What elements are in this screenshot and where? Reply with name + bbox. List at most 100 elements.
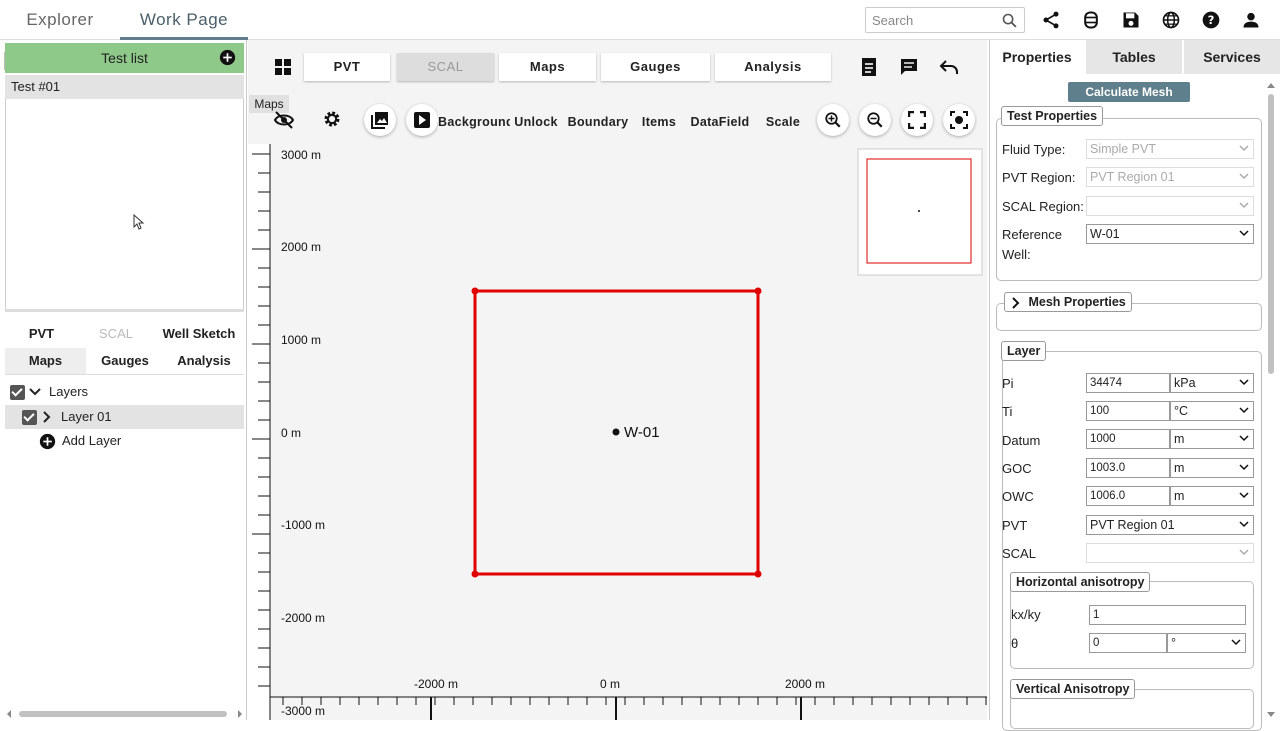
chevron-right-icon[interactable]	[42, 411, 52, 423]
scale-button[interactable]: Scale	[755, 108, 811, 136]
theta-unit-select[interactable]: °	[1167, 633, 1246, 653]
zoom-in-button[interactable]	[817, 104, 849, 136]
boundary-vertex[interactable]	[471, 570, 479, 578]
search-input[interactable]	[866, 8, 996, 32]
left-tab-gauges[interactable]: Gauges	[86, 348, 164, 374]
goc-unit-select[interactable]: m	[1170, 458, 1254, 478]
zoom-out-icon	[867, 112, 883, 128]
tab-analysis[interactable]: Analysis	[715, 53, 831, 81]
ti-input[interactable]: 100	[1086, 401, 1170, 421]
ti-unit-select[interactable]: °C	[1170, 401, 1254, 421]
pi-input[interactable]: 34474	[1086, 373, 1170, 393]
globe-icon[interactable]	[1161, 10, 1181, 30]
visibility-off-icon[interactable]	[273, 110, 295, 130]
grid-menu-icon[interactable]	[273, 57, 293, 77]
left-tab-well-sketch[interactable]: Well Sketch	[154, 321, 244, 347]
datafield-button[interactable]: DataField	[689, 108, 751, 136]
theta-input[interactable]: 0	[1089, 633, 1167, 653]
theta-unit-value: °	[1171, 636, 1176, 650]
right-vertical-scrollbar[interactable]	[1266, 82, 1276, 718]
scal-region-select[interactable]	[1086, 196, 1254, 216]
tab-gauges[interactable]: Gauges	[601, 53, 710, 81]
left-horizontal-scrollbar[interactable]	[5, 707, 244, 718]
layer-pvt-select[interactable]: PVT Region 01	[1086, 515, 1254, 535]
left-tab-maps[interactable]: Maps	[5, 348, 86, 374]
unlock-button[interactable]: Unlock	[510, 108, 562, 136]
kxky-input[interactable]: 1	[1089, 605, 1246, 625]
tab-pvt[interactable]: PVT	[304, 53, 390, 81]
chevron-down-icon	[1239, 202, 1249, 209]
items-button[interactable]: Items	[633, 108, 685, 136]
boundary-vertex[interactable]	[471, 287, 479, 295]
chevron-down-icon	[1239, 230, 1249, 237]
panel-divider[interactable]	[5, 309, 244, 312]
boundary-button[interactable]: Boundary	[567, 108, 629, 136]
datum-input[interactable]: 1000	[1086, 429, 1170, 449]
chevron-down-icon[interactable]	[29, 387, 41, 397]
tab-scal[interactable]: SCAL	[397, 53, 494, 81]
play-button[interactable]	[406, 104, 438, 136]
comment-icon[interactable]	[899, 57, 919, 77]
zoom-out-button[interactable]	[859, 104, 891, 136]
owc-input[interactable]: 1006.0	[1086, 486, 1170, 506]
save-icon[interactable]	[1121, 10, 1141, 30]
left-tab-pvt[interactable]: PVT	[5, 321, 78, 347]
tree-row-layer-01[interactable]: Layer 01	[5, 405, 244, 429]
left-tab-analysis[interactable]: Analysis	[164, 348, 244, 374]
search-icon[interactable]	[1001, 12, 1018, 29]
mouse-cursor-icon	[133, 214, 145, 230]
layer-scal-select[interactable]	[1086, 543, 1254, 563]
gear-icon[interactable]	[322, 109, 342, 129]
reference-well-value: W-01	[1090, 227, 1120, 241]
pvt-region-select[interactable]: PVT Region 01	[1086, 167, 1254, 187]
chevron-down-icon	[1239, 379, 1249, 386]
datum-unit-select[interactable]: m	[1170, 429, 1254, 449]
svg-text:?: ?	[1208, 13, 1215, 27]
layer-01-checkbox[interactable]	[22, 410, 37, 425]
background-button[interactable]: Background	[438, 108, 514, 136]
test-list-header: Test list	[5, 43, 244, 73]
chevron-down-icon	[1239, 549, 1249, 556]
center-view-button[interactable]	[943, 104, 975, 136]
boundary-vertex[interactable]	[754, 570, 762, 578]
tab-properties[interactable]: Properties	[990, 40, 1085, 74]
top-bar: Explorer Work Page ?	[0, 0, 1280, 40]
map-canvas[interactable]: 3000 m 2000 m 1000 m 0 m -1000 m -2000 m…	[248, 144, 987, 720]
well-marker[interactable]	[612, 428, 620, 436]
tab-maps[interactable]: Maps	[499, 53, 596, 81]
minimap[interactable]	[857, 148, 983, 276]
horizontal-anisotropy-title: Horizontal anisotropy	[1010, 572, 1151, 592]
left-tab-scal[interactable]: SCAL	[78, 321, 154, 347]
document-icon[interactable]	[860, 57, 878, 77]
owc-unit-select[interactable]: m	[1170, 486, 1254, 506]
tab-work-page[interactable]: Work Page	[120, 0, 248, 40]
pi-unit-select[interactable]: kPa	[1170, 373, 1254, 393]
datum-label: Datum	[1002, 433, 1041, 448]
center-panel: PVT SCAL Maps Gauges Analysis Maps Backg…	[248, 40, 987, 720]
add-test-icon[interactable]	[219, 49, 236, 66]
fluid-type-select[interactable]: Simple PVT	[1086, 139, 1254, 159]
add-layer-button[interactable]: Add Layer	[5, 429, 244, 453]
share-icon[interactable]	[1041, 10, 1061, 30]
layers-checkbox[interactable]	[10, 385, 25, 400]
tab-explorer[interactable]: Explorer	[0, 0, 120, 40]
mesh-properties-toggle[interactable]: Mesh Properties	[1004, 292, 1132, 312]
tab-tables[interactable]: Tables	[1086, 40, 1183, 74]
image-layer-button[interactable]	[364, 104, 396, 136]
reference-well-select[interactable]: W-01	[1086, 224, 1254, 244]
calculate-mesh-button[interactable]: Calculate Mesh	[1068, 82, 1190, 102]
map-svg[interactable]: 3000 m 2000 m 1000 m 0 m -1000 m -2000 m…	[248, 144, 987, 720]
goc-input[interactable]: 1003.0	[1086, 458, 1170, 478]
vertical-anisotropy-title: Vertical Anisotropy	[1010, 679, 1136, 699]
boundary-vertex[interactable]	[754, 287, 762, 295]
database-icon[interactable]	[1081, 10, 1101, 30]
tab-services[interactable]: Services	[1184, 40, 1280, 74]
y-tick-label-minus-3000: -3000 m	[281, 704, 325, 718]
help-icon[interactable]: ?	[1201, 10, 1221, 30]
fit-view-button[interactable]	[901, 104, 933, 136]
undo-icon[interactable]	[939, 58, 959, 76]
pi-unit-value: kPa	[1174, 376, 1196, 390]
user-icon[interactable]	[1241, 10, 1261, 30]
test-list-area	[5, 99, 244, 309]
test-list-item[interactable]: Test #01	[5, 75, 244, 99]
